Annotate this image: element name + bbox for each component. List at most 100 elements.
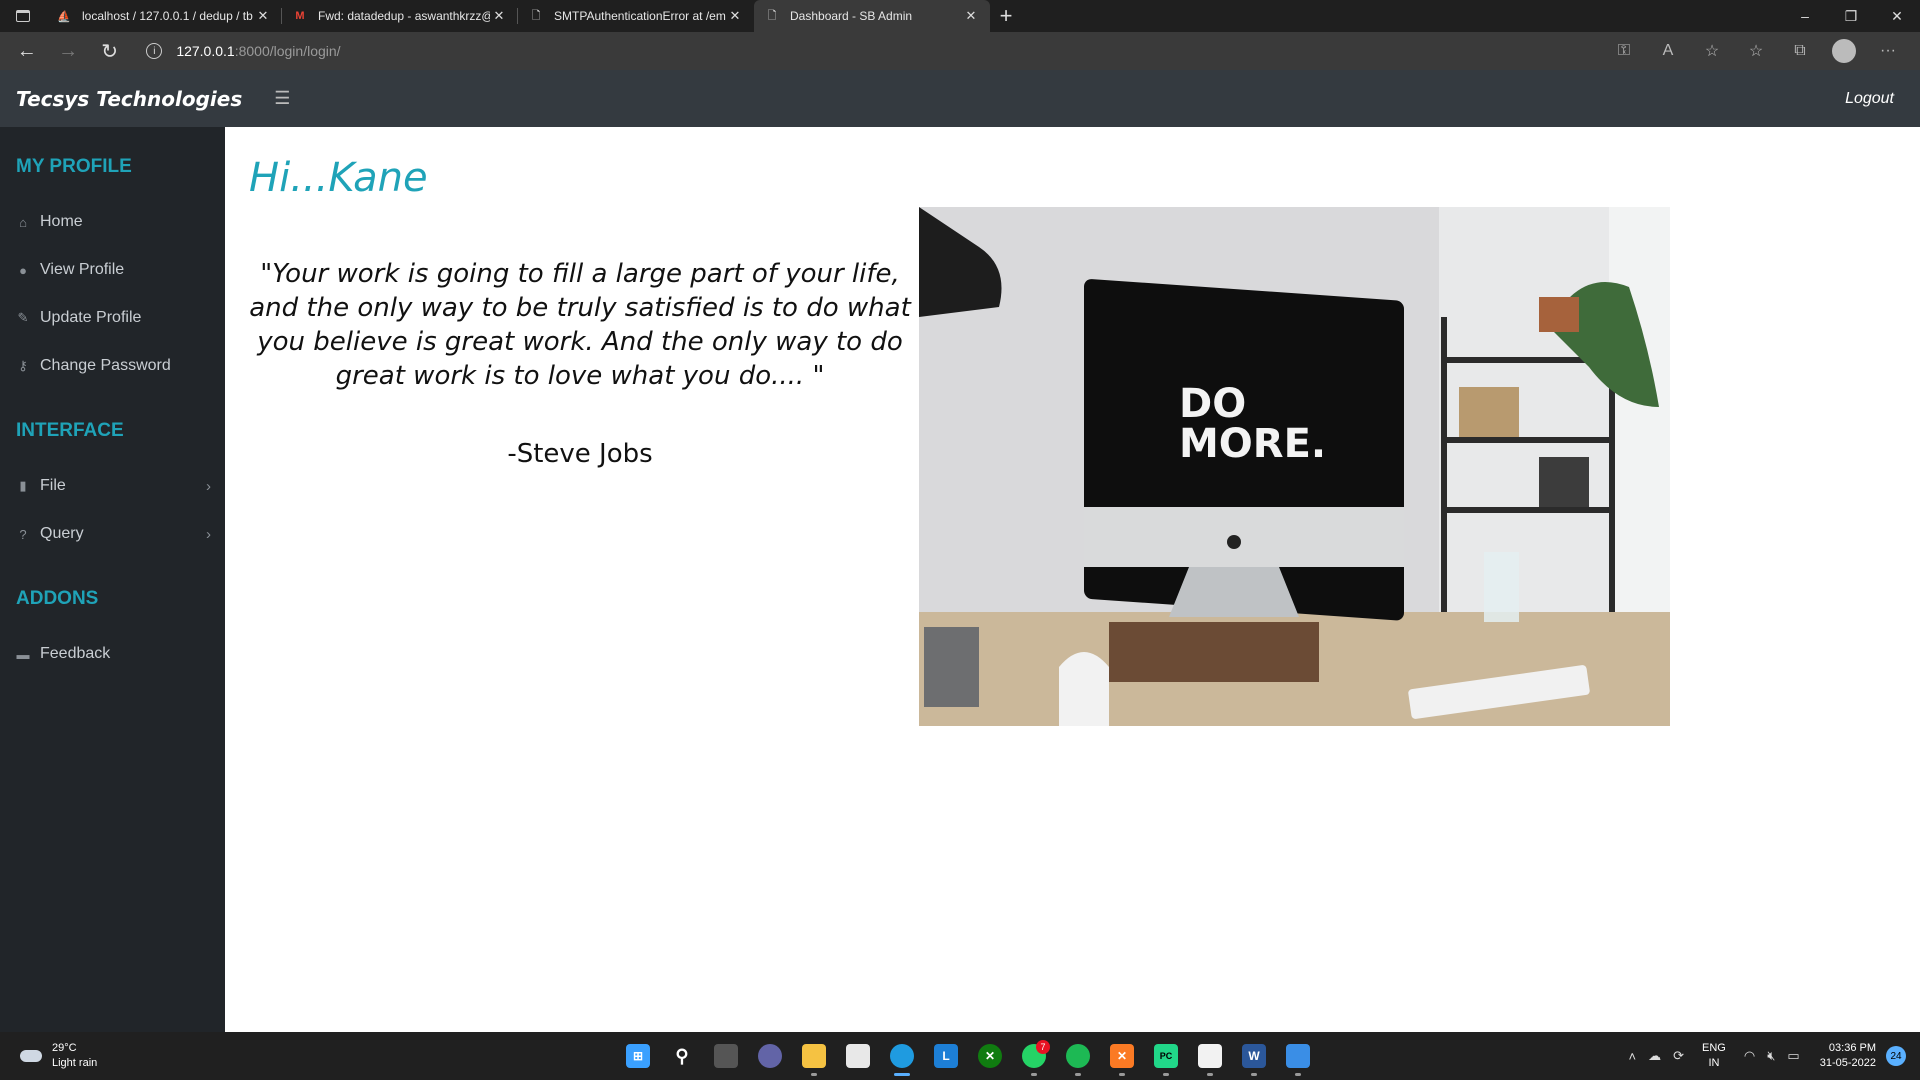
running-indicator [1207,1073,1213,1076]
wifi-icon[interactable]: ◠ [1744,1048,1755,1064]
volume-muted-icon[interactable]: 🔇︎ [1767,1048,1775,1064]
taskbar-apps: ⊞ ⚲ L ✕ 7 ✕ PC W [616,1032,1320,1080]
close-tab-icon[interactable]: ✕ [490,8,508,24]
spotify-button[interactable] [1056,1032,1100,1080]
browser-toolbar-icons: ⚿ A ☆ ☆ ⧉ ··· [1602,39,1920,63]
snipping-tool-button[interactable] [1188,1032,1232,1080]
add-favorite-icon[interactable]: ☆ [1690,41,1734,61]
tab-actions-menu-button[interactable] [0,0,46,32]
comment-icon: ▬ [16,646,30,662]
whatsapp-button[interactable]: 7 [1012,1032,1056,1080]
sidebar-item-label: Home [40,213,83,230]
sidebar-item-update-profile[interactable]: ✎ Update Profile [16,309,211,327]
close-tab-icon[interactable]: ✕ [962,8,980,24]
read-aloud-icon[interactable]: A [1646,42,1690,60]
phpmyadmin-icon: ⛵ [57,10,71,23]
pycharm-button[interactable]: PC [1144,1032,1188,1080]
sidebar-item-home[interactable]: ⌂ Home [16,213,211,231]
l-app-icon: L [934,1044,958,1068]
edge-browser-button[interactable] [880,1032,924,1080]
xbox-button[interactable]: ✕ [968,1032,1012,1080]
restore-icon[interactable]: ❐ [1828,0,1874,32]
page-icon: 🗋 [767,9,777,22]
main-content: Hi...Kane "Your work is going to fill a … [225,127,1920,1032]
running-indicator [811,1073,817,1076]
browser-tab-phpmyadmin[interactable]: ⛵ localhost / 127.0.0.1 / dedup / tb ✕ [46,0,282,32]
running-indicator [1295,1073,1301,1076]
screen-text-line2: MORE. [1179,421,1326,467]
word-button[interactable]: W [1232,1032,1276,1080]
key-icon[interactable]: ⚿ [1602,42,1646,60]
sidebar-item-label: Feedback [40,645,111,662]
clock-time: 03:36 PM [1828,1042,1876,1054]
close-tab-icon[interactable]: ✕ [254,8,272,24]
more-menu-icon[interactable]: ··· [1866,42,1910,60]
workspace-illustration: DO MORE. [919,207,1670,726]
profile-avatar[interactable] [1832,39,1857,63]
sidebar-item-file[interactable]: ▮ File › [16,477,211,495]
minimize-icon[interactable]: – [1782,0,1828,32]
collections-icon[interactable]: ⧉ [1778,42,1822,60]
site-info-icon[interactable]: i [146,43,163,59]
onedrive-icon[interactable]: ☁ [1648,1048,1661,1064]
photos-button[interactable] [1276,1032,1320,1080]
weather-condition: Light rain [52,1057,98,1069]
home-icon: ⌂ [19,214,27,230]
app-navbar: Tecsys Technologies ☰ Logout [0,70,1920,127]
task-view-button[interactable] [704,1032,748,1080]
logout-link[interactable]: Logout [1845,90,1894,108]
chevron-right-icon: › [206,477,211,495]
sidebar-heading-interface: INTERFACE [16,420,124,441]
battery-icon[interactable]: ▭ [1787,1048,1799,1064]
clock[interactable]: 03:36 PM 31-05-2022 [1820,1041,1876,1071]
chevron-up-icon[interactable]: ˄ [1629,1049,1637,1064]
sidebar-item-label: Change Password [40,357,171,374]
new-tab-button[interactable]: + [990,0,1022,32]
forward-arrow-icon[interactable]: → [47,40,88,63]
sidebar-item-query[interactable]: ? Query › [16,525,211,543]
sidebar-item-view-profile[interactable]: ● View Profile [16,261,211,279]
back-arrow-icon[interactable]: ← [6,40,47,63]
running-indicator [1075,1073,1081,1076]
close-window-icon[interactable]: ✕ [1874,0,1920,32]
favorites-icon[interactable]: ☆ [1734,41,1778,61]
sync-icon[interactable]: ⟳ [1673,1048,1684,1064]
pycharm-icon: PC [1154,1044,1178,1068]
sidebar-item-change-password[interactable]: ⚷ Change Password [16,357,211,375]
url-path: :8000/login/login/ [234,43,341,59]
sidebar-item-feedback[interactable]: ▬ Feedback [16,645,211,663]
file-explorer-button[interactable] [792,1032,836,1080]
browser-tab-dashboard[interactable]: 🗋 Dashboard - SB Admin ✕ [754,0,990,32]
xampp-button[interactable]: ✕ [1100,1032,1144,1080]
tab-actions-icon [16,10,30,22]
language-indicator[interactable]: ENG IN [1702,1041,1726,1071]
url-field[interactable]: i 127.0.0.1:8000/login/login/ [132,36,1602,66]
search-button[interactable]: ⚲ [660,1032,704,1080]
brand-logo-text[interactable]: Tecsys Technologies [16,87,242,111]
xampp-icon: ✕ [1110,1044,1134,1068]
notification-badge[interactable]: 24 [1886,1046,1906,1066]
teams-chat-icon [758,1044,782,1068]
snipping-tool-icon [1198,1044,1222,1068]
sidebar-item-label: Update Profile [40,309,142,326]
sidebar-toggle-icon[interactable]: ☰ [274,88,290,109]
close-tab-icon[interactable]: ✕ [726,8,744,24]
weather-temperature: 29°C [52,1042,77,1054]
refresh-icon[interactable]: ↻ [89,39,130,64]
greeting-heading: Hi...Kane [249,155,428,201]
sidebar: MY PROFILE ⌂ Home ● View Profile ✎ Updat… [0,127,225,1032]
sidebar-heading-addons: ADDONS [16,588,99,609]
folder-icon [802,1044,826,1068]
microsoft-store-button[interactable] [836,1032,880,1080]
l-app-button[interactable]: L [924,1032,968,1080]
browser-tab-smtp-error[interactable]: 🗋 SMTPAuthenticationError at /em ✕ [518,0,754,32]
running-indicator [1119,1073,1125,1076]
xbox-icon: ✕ [978,1044,1002,1068]
chevron-right-icon: › [206,525,211,543]
start-button[interactable]: ⊞ [616,1032,660,1080]
running-indicator [1251,1073,1257,1076]
browser-tab-gmail[interactable]: M Fwd: datadedup - aswanthkrzz@ ✕ [282,0,518,32]
weather-widget[interactable]: 29°C Light rain [20,1041,97,1071]
user-icon: ● [19,262,27,278]
teams-chat-button[interactable] [748,1032,792,1080]
